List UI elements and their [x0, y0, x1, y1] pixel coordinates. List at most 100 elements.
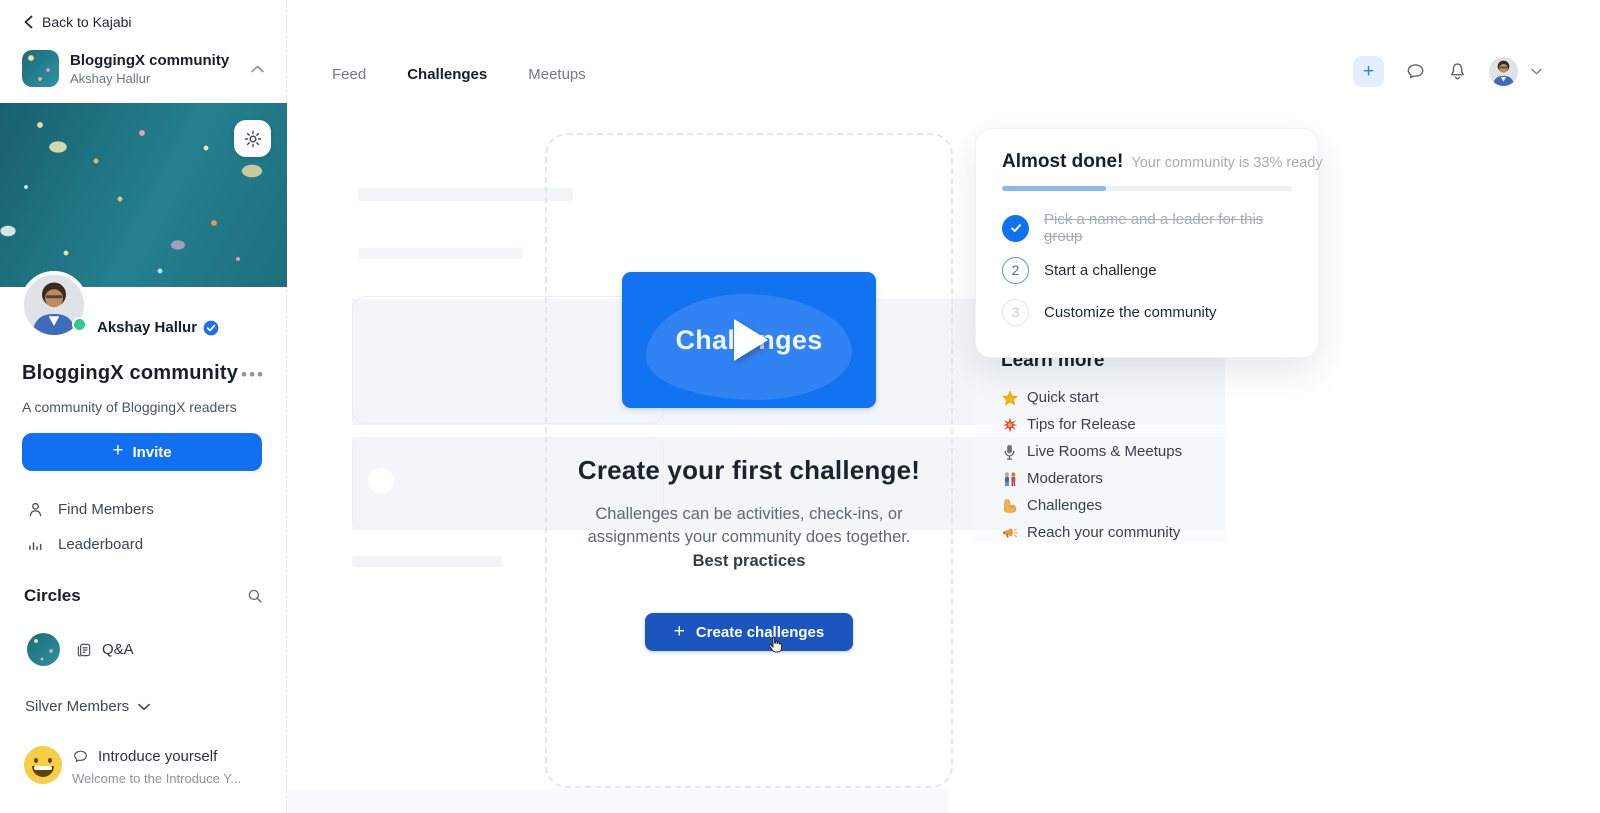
tab-challenges[interactable]: Challenges	[405, 60, 489, 89]
ghost-text-bar	[358, 188, 573, 201]
progress-bar	[1002, 186, 1292, 191]
onboarding-subtitle: Your community is 33% ready	[1131, 155, 1322, 171]
learn-link-live-rooms[interactable]: Live Rooms & Meetups	[1001, 438, 1182, 465]
top-tabs: Feed Challenges Meetups	[330, 60, 588, 89]
invite-label: Invite	[132, 444, 171, 461]
notifications-button[interactable]	[1447, 61, 1468, 82]
header-actions: +	[1353, 56, 1542, 87]
description-text: Challenges can be activities, check-ins,…	[588, 505, 911, 546]
circle-item-qa[interactable]: Q&A	[27, 633, 134, 666]
community-switcher[interactable]: BloggingX community Akshay Hallur	[0, 50, 286, 87]
tab-meetups[interactable]: Meetups	[526, 60, 588, 89]
challenges-video-thumbnail[interactable]: Challenges	[622, 272, 876, 408]
settings-button[interactable]	[234, 120, 271, 157]
back-chevron-icon	[24, 15, 33, 29]
nav-item-label: Find Members	[58, 501, 154, 518]
burst-icon	[1001, 416, 1018, 433]
ghost-text-bar	[358, 248, 523, 259]
community-title: BloggingX community	[22, 362, 238, 385]
learn-link-reach-community[interactable]: Reach your community	[1001, 519, 1182, 546]
chevron-down-icon	[138, 703, 150, 711]
plus-icon: +	[112, 440, 123, 462]
step-number: 2	[1002, 257, 1029, 284]
flex-arm-icon	[1001, 497, 1018, 514]
people-icon	[1001, 470, 1018, 487]
circles-heading: Circles	[24, 586, 81, 606]
learn-link-moderators[interactable]: Moderators	[1001, 465, 1182, 492]
gear-icon	[243, 129, 263, 149]
profile-name: Akshay Hallur	[97, 319, 197, 336]
onboarding-card: Almost done! Your community is 33% ready…	[975, 128, 1319, 358]
learn-link-label: Quick start	[1027, 389, 1099, 406]
footer-item-subtitle: Welcome to the Introduce Y...	[72, 771, 241, 786]
ghost-text-bar	[352, 556, 502, 567]
community-avatar	[22, 50, 59, 87]
back-to-kajabi-link[interactable]: Back to Kajabi	[0, 0, 286, 30]
community-name: BloggingX community	[70, 52, 240, 69]
learn-link-label: Challenges	[1027, 497, 1102, 514]
step-label: Customize the community	[1044, 304, 1217, 321]
tab-feed[interactable]: Feed	[330, 60, 368, 89]
learn-link-tips-for-release[interactable]: Tips for Release	[1001, 411, 1182, 438]
step-label: Start a challenge	[1044, 262, 1157, 279]
plus-icon: +	[1363, 61, 1374, 83]
microphone-icon	[1001, 443, 1018, 460]
step-number: 3	[1002, 299, 1029, 326]
chat-bubble-icon	[72, 748, 89, 765]
user-avatar[interactable]	[1489, 57, 1518, 86]
learn-link-quick-start[interactable]: Quick start	[1001, 384, 1182, 411]
bar-chart-icon	[26, 535, 45, 554]
person-icon	[26, 500, 45, 519]
search-icon[interactable]	[246, 587, 264, 605]
community-description: A community of BloggingX readers	[22, 399, 237, 415]
learn-link-label: Tips for Release	[1027, 416, 1136, 433]
play-icon[interactable]	[734, 319, 768, 361]
learn-link-label: Reach your community	[1027, 524, 1180, 541]
learn-more-section: Learn more Quick start Tips for Release …	[1001, 350, 1182, 546]
create-challenges-button[interactable]: + Create challenges	[645, 613, 854, 651]
megaphone-icon	[1001, 524, 1018, 541]
plus-icon: +	[674, 621, 685, 643]
sidebar: Back to Kajabi BloggingX community Aksha…	[0, 0, 287, 813]
learn-link-label: Moderators	[1027, 470, 1103, 487]
step-label: Pick a name and a leader for this group	[1044, 211, 1292, 245]
chevron-up-icon	[251, 65, 264, 73]
verified-badge-icon	[203, 320, 219, 336]
check-icon	[1002, 215, 1029, 242]
back-link-label: Back to Kajabi	[42, 14, 132, 30]
sidebar-item-find-members[interactable]: Find Members	[0, 492, 286, 527]
online-status-dot	[72, 317, 87, 332]
best-practices-link[interactable]: Best practices	[693, 552, 806, 570]
messages-button[interactable]	[1405, 61, 1426, 82]
community-owner: Akshay Hallur	[70, 71, 240, 86]
community-cover-image	[0, 103, 287, 287]
onboarding-step-1[interactable]: Pick a name and a leader for this group	[1002, 207, 1292, 249]
onboarding-step-2[interactable]: 2 Start a challenge	[1002, 249, 1292, 291]
invite-button[interactable]: + Invite	[22, 433, 262, 471]
ghost-circle	[368, 468, 394, 494]
cta-label: Create challenges	[696, 624, 824, 641]
onboarding-step-3[interactable]: 3 Customize the community	[1002, 291, 1292, 333]
star-icon	[1001, 389, 1018, 406]
group-toggle-silver-members[interactable]: Silver Members	[25, 698, 150, 715]
chevron-down-icon[interactable]	[1531, 68, 1542, 75]
learn-link-challenges[interactable]: Challenges	[1001, 492, 1182, 519]
posts-icon	[75, 641, 93, 659]
learn-link-label: Live Rooms & Meetups	[1027, 443, 1182, 460]
chat-bubble-icon	[1405, 61, 1426, 82]
smiley-emoji-avatar	[24, 746, 62, 784]
footer-item-title: Introduce yourself	[98, 748, 217, 765]
cursor-hand-icon	[768, 636, 783, 653]
more-options-icon[interactable]: •••	[241, 362, 265, 383]
create-post-button[interactable]: +	[1353, 56, 1384, 87]
circle-avatar	[27, 633, 60, 666]
onboarding-title: Almost done!	[1002, 151, 1123, 173]
circle-label: Q&A	[102, 641, 134, 658]
page-title: Create your first challenge!	[578, 455, 920, 486]
ghost-bottom-strip	[288, 789, 948, 813]
progress-fill	[1002, 186, 1106, 191]
app-window: Back to Kajabi BloggingX community Aksha…	[0, 0, 1600, 813]
bell-icon	[1447, 61, 1468, 82]
group-toggle-label: Silver Members	[25, 698, 129, 715]
sidebar-item-leaderboard[interactable]: Leaderboard	[0, 527, 286, 562]
